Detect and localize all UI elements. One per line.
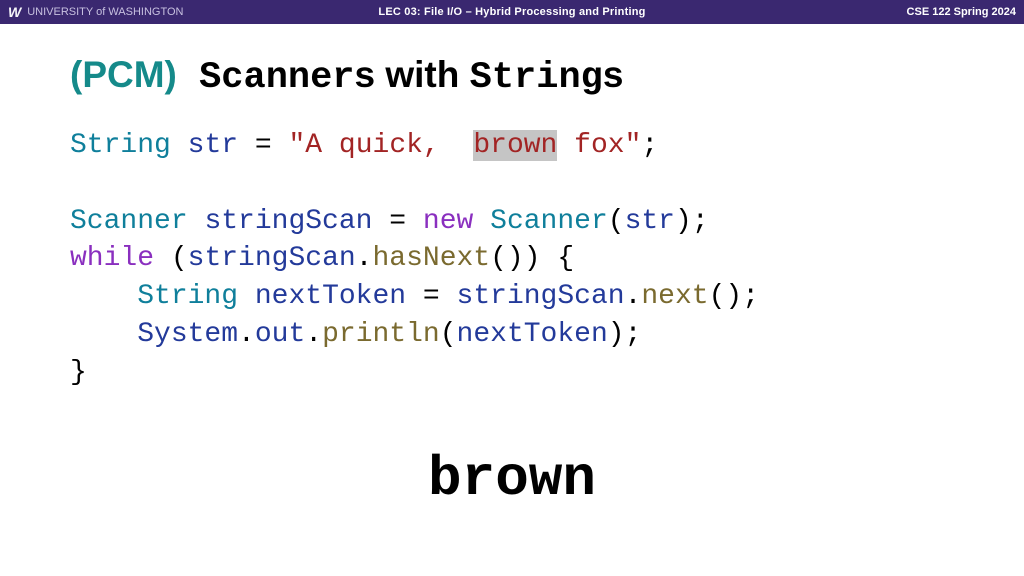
code-token: ( bbox=[490, 243, 507, 274]
code-token: ) bbox=[507, 243, 524, 274]
top-left: W UNIVERSITY of WASHINGTON bbox=[8, 4, 260, 20]
code-token: ; bbox=[742, 281, 759, 312]
code-token: System bbox=[137, 319, 238, 350]
uw-logo-icon: W bbox=[8, 4, 21, 20]
code-token: Scanner bbox=[490, 206, 608, 237]
code-token: ) bbox=[675, 206, 692, 237]
title-word1: Scanners with Strings bbox=[177, 54, 624, 95]
code-token: Scanner bbox=[70, 206, 188, 237]
code-token: ; bbox=[641, 130, 658, 161]
code-token: stringScan bbox=[204, 206, 372, 237]
code-token: "A quick, bbox=[289, 130, 474, 161]
code-token: stringScan bbox=[188, 243, 356, 274]
lecture-title: LEC 03: File I/O – Hybrid Processing and… bbox=[260, 6, 764, 18]
code-token: ) bbox=[725, 281, 742, 312]
code-token: fox" bbox=[557, 130, 641, 161]
output-area: brown bbox=[70, 392, 954, 566]
code-token: ) bbox=[608, 319, 625, 350]
code-token: { bbox=[557, 243, 574, 274]
university-name: UNIVERSITY of WASHINGTON bbox=[27, 6, 183, 18]
code-token: . bbox=[356, 243, 373, 274]
code-token: ; bbox=[692, 206, 709, 237]
output-token: brown bbox=[428, 447, 596, 511]
slide-title: (PCM) Scanners with Strings bbox=[70, 54, 954, 99]
code-token: ( bbox=[171, 243, 188, 274]
slide-body: (PCM) Scanners with Strings String str =… bbox=[0, 24, 1024, 576]
code-token: = bbox=[255, 130, 272, 161]
code-token: . bbox=[305, 319, 322, 350]
code-token: = bbox=[423, 281, 440, 312]
code-token: ; bbox=[625, 319, 642, 350]
code-token: ( bbox=[440, 319, 457, 350]
code-token: = bbox=[389, 206, 406, 237]
code-token: out bbox=[255, 319, 305, 350]
code-token: String bbox=[70, 130, 171, 161]
code-token: ( bbox=[608, 206, 625, 237]
code-token: stringScan bbox=[457, 281, 625, 312]
code-token: String bbox=[137, 281, 238, 312]
code-token: ) bbox=[524, 243, 541, 274]
code-token: . bbox=[625, 281, 642, 312]
course-code: CSE 122 Spring 2024 bbox=[764, 6, 1016, 18]
code-token: hasNext bbox=[372, 243, 490, 274]
code-token: str bbox=[625, 206, 675, 237]
code-token: } bbox=[70, 357, 87, 388]
code-token: next bbox=[641, 281, 708, 312]
code-token: nextToken bbox=[457, 319, 608, 350]
code-token: nextToken bbox=[255, 281, 406, 312]
code-token: while bbox=[70, 243, 154, 274]
code-token: str bbox=[188, 130, 238, 161]
code-block: String str = "A quick, brown fox"; Scann… bbox=[70, 127, 954, 392]
highlighted-token: brown bbox=[473, 130, 557, 161]
code-token: ( bbox=[709, 281, 726, 312]
top-bar: W UNIVERSITY of WASHINGTON LEC 03: File … bbox=[0, 0, 1024, 24]
code-token: new bbox=[423, 206, 473, 237]
title-pcm: (PCM) bbox=[70, 54, 177, 95]
code-token: . bbox=[238, 319, 255, 350]
code-token: println bbox=[322, 319, 440, 350]
